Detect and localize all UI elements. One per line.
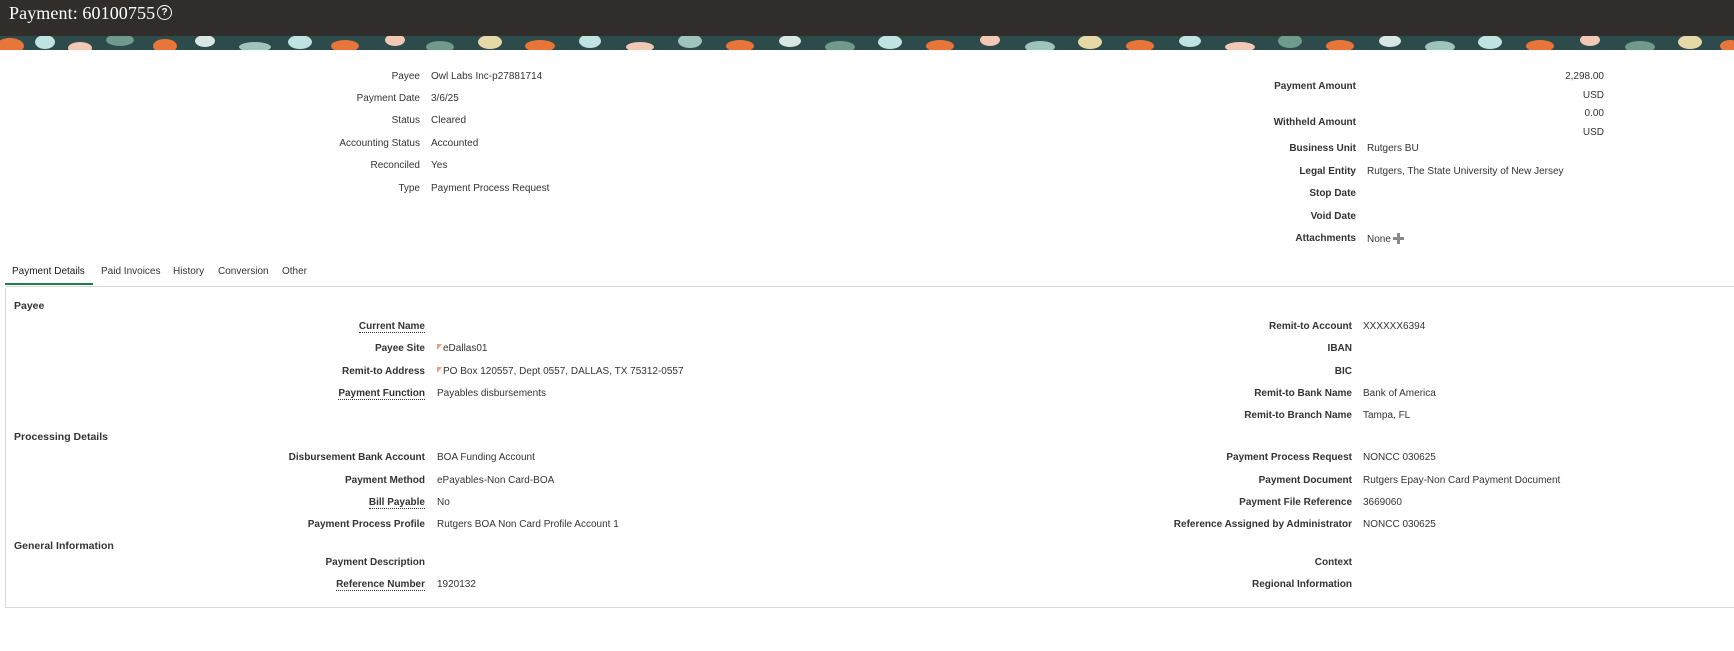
remit-to-branch-name-value: Tampa, FL (1363, 410, 1411, 421)
tab-conversion[interactable]: Conversion (218, 266, 269, 277)
remit-to-branch-name-label: Remit-to Branch Name (1244, 410, 1352, 421)
bill-payable-value: No (437, 497, 450, 508)
payment-file-reference-label: Payment File Reference (1239, 497, 1352, 508)
payee-site-label: Payee Site (374, 343, 425, 354)
reference-number-value: 1920132 (437, 579, 476, 590)
reconciled-label: Reconciled (370, 160, 420, 171)
page-title: Payment: 60100755 (9, 3, 156, 23)
disbursement-bank-account-value: BOA Funding Account (437, 452, 535, 463)
payment-document-label: Payment Document (1258, 475, 1352, 486)
remit-to-address-value: PO Box 120557, Dept 0557, DALLAS, TX 753… (443, 366, 684, 377)
reconciled-value: Yes (431, 160, 448, 171)
payment-details-panel (5, 288, 1734, 608)
remit-to-bank-name-label: Remit-to Bank Name (1254, 388, 1352, 399)
payment-process-profile-label: Payment Process Profile (307, 519, 425, 530)
withheld-amount-currency: USD (1582, 127, 1604, 138)
flag-icon (437, 367, 442, 373)
context-label: Context (1314, 557, 1352, 568)
remit-to-account-label: Remit-to Account (1269, 321, 1352, 332)
payment-function-value: Payables disbursements (437, 388, 546, 399)
decorative-banner (0, 36, 1734, 50)
payment-amount-label: Payment Amount (1274, 81, 1356, 92)
payee-value: Owl Labs Inc-p27881714 (431, 71, 543, 82)
withheld-amount-value: 0.00 (1584, 108, 1604, 119)
legal-entity-label: Legal Entity (1299, 166, 1356, 177)
payment-process-request-value: NONCC 030625 (1363, 452, 1436, 463)
payment-method-value: ePayables-Non Card-BOA (437, 475, 555, 486)
regional-information-label: Regional Information (1252, 579, 1352, 590)
bill-payable-label[interactable]: Bill Payable (368, 497, 425, 509)
legal-entity-value: Rutgers, The State University of New Jer… (1367, 166, 1564, 177)
help-circle-icon[interactable]: ? (157, 5, 172, 20)
tab-divider (5, 286, 1734, 287)
attachments-field: None (1367, 233, 1404, 245)
reference-assigned-by-administrator-label: Reference Assigned by Administrator (1173, 519, 1352, 530)
payment-process-request-label: Payment Process Request (1226, 452, 1352, 463)
withheld-amount-label: Withheld Amount (1273, 117, 1356, 128)
tab-history[interactable]: History (173, 266, 204, 277)
iban-label: IBAN (1327, 343, 1352, 354)
banner-pattern (0, 36, 1734, 50)
type-label: Type (398, 183, 420, 194)
payment-amount-currency: USD (1582, 90, 1604, 101)
payee-label: Payee (391, 71, 420, 82)
status-value: Cleared (431, 115, 467, 126)
accounting-status-value: Accounted (431, 138, 479, 149)
current-name-label[interactable]: Current Name (358, 321, 425, 333)
bic-label: BIC (1334, 366, 1352, 377)
tab-payment-details[interactable]: Payment Details (12, 266, 85, 277)
tab-other[interactable]: Other (282, 266, 307, 277)
payee-site-field: eDallas01 (437, 343, 487, 354)
attachments-label: Attachments (1295, 233, 1356, 244)
processing-section-title: Processing Details (14, 431, 108, 443)
payee-section-title: Payee (14, 300, 45, 312)
payee-site-value: eDallas01 (443, 343, 488, 354)
remit-to-bank-name-value: Bank of America (1363, 388, 1436, 399)
business-unit-value: Rutgers BU (1367, 143, 1419, 154)
stop-date-label: Stop Date (1309, 188, 1356, 199)
remit-to-address-label: Remit-to Address (342, 366, 425, 377)
remit-to-account-value: XXXXXX6394 (1363, 321, 1426, 332)
void-date-label: Void Date (1310, 211, 1356, 222)
general-section-title: General Information (14, 540, 114, 552)
type-value: Payment Process Request (431, 183, 550, 194)
flag-icon (437, 344, 442, 350)
business-unit-label: Business Unit (1289, 143, 1356, 154)
payment-date-value: 3/6/25 (431, 93, 459, 104)
status-label: Status (391, 115, 420, 126)
accounting-status-label: Accounting Status (339, 138, 420, 149)
payment-file-reference-value: 3669060 (1363, 497, 1402, 508)
payment-document-value: Rutgers Epay-Non Card Payment Document (1363, 475, 1561, 486)
tab-paid-invoices[interactable]: Paid Invoices (101, 266, 160, 277)
reference-assigned-by-administrator-value: NONCC 030625 (1363, 519, 1436, 530)
disbursement-bank-account-label: Disbursement Bank Account (288, 452, 425, 463)
payment-process-profile-value: Rutgers BOA Non Card Profile Account 1 (437, 519, 619, 530)
page-header: Payment: 60100755 ? (0, 0, 1734, 36)
payment-description-label: Payment Description (325, 557, 425, 568)
payment-date-label: Payment Date (356, 93, 420, 104)
payment-function-label[interactable]: Payment Function (338, 388, 425, 400)
tab-bar: Payment Details Paid Invoices History Co… (0, 262, 1734, 288)
plus-icon[interactable] (1392, 233, 1404, 244)
remit-to-address-field: PO Box 120557, Dept 0557, DALLAS, TX 753… (437, 366, 684, 377)
payment-amount-value: 2,298.00 (1565, 71, 1604, 82)
payment-method-label: Payment Method (344, 475, 425, 486)
reference-number-label[interactable]: Reference Number (336, 579, 425, 591)
active-tab-indicator (5, 283, 93, 285)
attachments-value[interactable]: None (1367, 234, 1391, 245)
